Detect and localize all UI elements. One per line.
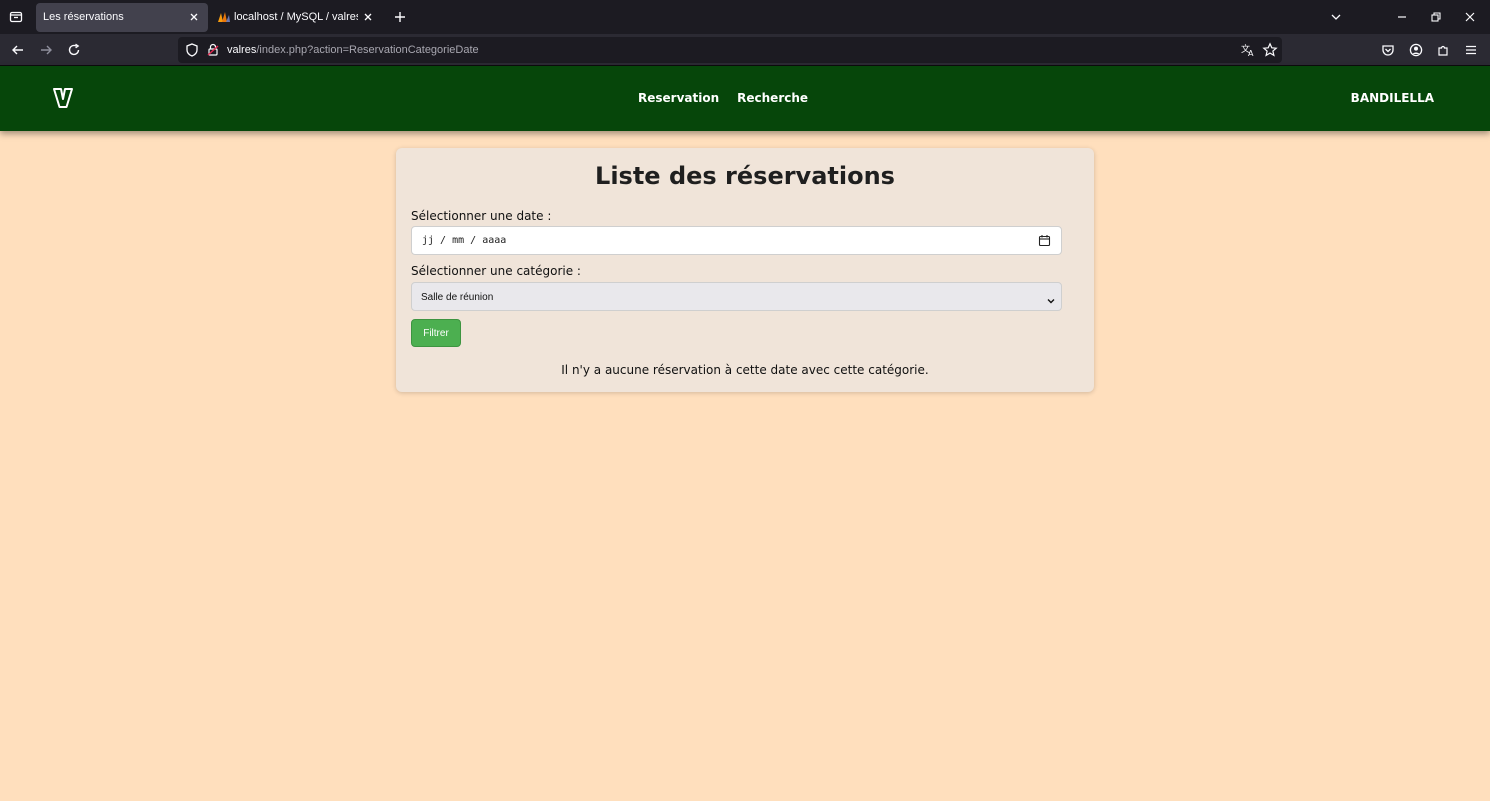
chevron-down-icon: [1046, 293, 1056, 304]
valres-logo-icon[interactable]: [50, 85, 76, 111]
main-nav: Reservation Recherche: [638, 91, 808, 105]
menu-hamburger-icon[interactable]: [1461, 40, 1481, 60]
translate-icon[interactable]: 文A: [1240, 42, 1256, 58]
restore-icon[interactable]: [1426, 7, 1446, 27]
reload-icon[interactable]: [64, 40, 84, 60]
shield-icon[interactable]: [184, 42, 200, 58]
category-label: Sélectionner une catégorie :: [411, 264, 581, 278]
bookmark-star-icon[interactable]: [1262, 42, 1278, 58]
browser-nav-bar: valres/index.php?action=ReservationCateg…: [0, 34, 1490, 66]
url-path: /index.php?action=ReservationCategorieDa…: [256, 44, 479, 56]
tab-phpmyadmin[interactable]: localhost / MySQL / valres / utilisateur: [212, 3, 382, 32]
filter-button[interactable]: Filtrer: [411, 319, 461, 347]
category-select[interactable]: Salle de réunion: [411, 282, 1062, 311]
nav-link-reservation[interactable]: Reservation: [638, 91, 719, 105]
browser-tab-bar: Les réservations localhost / MySQL / val…: [0, 0, 1490, 34]
date-label: Sélectionner une date :: [411, 209, 552, 223]
nav-link-recherche[interactable]: Recherche: [737, 91, 808, 105]
close-icon[interactable]: [361, 10, 375, 24]
close-icon[interactable]: [187, 10, 201, 24]
date-placeholder: jj / mm / aaaa: [422, 235, 507, 246]
category-select-value: Salle de réunion: [421, 292, 494, 303]
url-bar[interactable]: valres/index.php?action=ReservationCateg…: [178, 37, 1282, 63]
account-icon[interactable]: [1406, 40, 1426, 60]
tab-reservations[interactable]: Les réservations: [36, 3, 208, 32]
list-all-tabs-chevron-icon[interactable]: [1326, 7, 1346, 27]
page-title: Liste des réservations: [595, 162, 895, 190]
empty-message: Il n'y a aucune réservation à cette date…: [561, 363, 929, 377]
url-host: valres: [227, 44, 257, 56]
phpmyadmin-icon: [217, 10, 231, 24]
site-header: Reservation Recherche BANDILELLA: [0, 66, 1490, 131]
calendar-icon[interactable]: [1038, 234, 1051, 247]
user-name[interactable]: BANDILELLA: [1351, 91, 1434, 105]
reservations-card: Liste des réservations Sélectionner une …: [396, 148, 1094, 392]
back-arrow-icon[interactable]: [8, 40, 28, 60]
svg-text:A: A: [1248, 49, 1254, 58]
extensions-icon[interactable]: [1433, 40, 1453, 60]
insecure-lock-icon[interactable]: [205, 42, 221, 58]
tab-title: localhost / MySQL / valres / utilisateur: [234, 11, 358, 23]
tab-title: Les réservations: [43, 11, 124, 23]
minimize-icon[interactable]: [1392, 7, 1412, 27]
forward-arrow-icon[interactable]: [36, 40, 56, 60]
date-input[interactable]: jj / mm / aaaa: [411, 226, 1062, 255]
url-text[interactable]: valres/index.php?action=ReservationCateg…: [227, 44, 479, 56]
close-window-icon[interactable]: [1460, 7, 1480, 27]
pocket-icon[interactable]: [1378, 40, 1398, 60]
new-tab-plus-icon[interactable]: [390, 7, 410, 27]
tab-list-icon[interactable]: [6, 7, 26, 27]
